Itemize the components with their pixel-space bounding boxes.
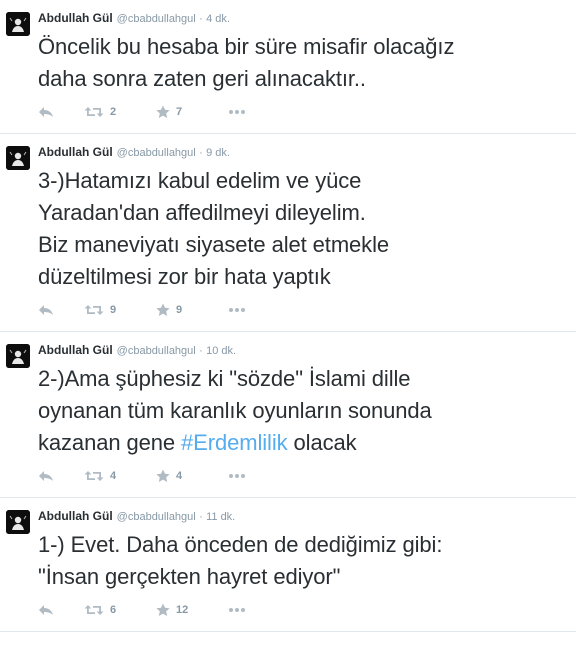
timestamp[interactable]: 10 dk. bbox=[206, 345, 236, 357]
favorite-button[interactable]: 9 bbox=[156, 303, 228, 317]
reply-button[interactable] bbox=[38, 604, 84, 616]
reply-button[interactable] bbox=[38, 304, 84, 316]
avatar[interactable] bbox=[6, 510, 30, 534]
timeline: Abdullah Gül @cbabdullahgul · 4 dk. Öncel… bbox=[0, 0, 576, 632]
more-options-button[interactable] bbox=[228, 473, 258, 479]
tweet-header: Abdullah Gül @cbabdullahgul · 9 dk. bbox=[38, 144, 576, 161]
tweet-header: Abdullah Gül @cbabdullahgul · 11 dk. bbox=[38, 508, 576, 525]
more-icon bbox=[228, 607, 246, 613]
star-icon bbox=[156, 603, 170, 617]
author-fullname[interactable]: Abdullah Gül bbox=[38, 145, 113, 159]
retweet-count: 9 bbox=[110, 304, 117, 316]
tweet-actions: 2 7 bbox=[38, 101, 576, 123]
favorite-count: 4 bbox=[176, 470, 183, 482]
author-username[interactable]: @cbabdullahgul bbox=[117, 345, 196, 357]
separator: · bbox=[199, 511, 203, 523]
timestamp[interactable]: 11 dk. bbox=[206, 511, 235, 523]
more-icon bbox=[228, 473, 246, 479]
tweet-text-body: 3-)Hatamızı kabul edelim ve yüce Yaradan… bbox=[38, 168, 389, 289]
tweet-text: Öncelik bu hesaba bir süre misafir olaca… bbox=[38, 31, 576, 95]
avatar[interactable] bbox=[6, 344, 30, 368]
favorite-count: 12 bbox=[176, 604, 189, 616]
tweet-text-body: Öncelik bu hesaba bir süre misafir olaca… bbox=[38, 34, 455, 91]
tweet-text-body: 1-) Evet. Daha önceden de dediğimiz gibi… bbox=[38, 532, 443, 589]
tweet-actions: 9 9 bbox=[38, 299, 576, 321]
reply-button[interactable] bbox=[38, 106, 84, 118]
retweet-count: 4 bbox=[110, 470, 117, 482]
retweet-button[interactable]: 4 bbox=[84, 470, 156, 482]
author-username[interactable]: @cbabdullahgul bbox=[117, 511, 196, 523]
retweet-icon bbox=[84, 106, 104, 118]
tweet-actions: 6 12 bbox=[38, 599, 576, 621]
avatar[interactable] bbox=[6, 12, 30, 36]
more-options-button[interactable] bbox=[228, 307, 258, 313]
retweet-icon bbox=[84, 470, 104, 482]
retweet-button[interactable]: 2 bbox=[84, 106, 156, 118]
reply-button[interactable] bbox=[38, 470, 84, 482]
tweet-text: 3-)Hatamızı kabul edelim ve yüce Yaradan… bbox=[38, 165, 576, 293]
tweet[interactable]: Abdullah Gül @cbabdullahgul · 10 dk. 2-)A… bbox=[0, 332, 576, 498]
retweet-count: 2 bbox=[110, 106, 117, 118]
tweet-header: Abdullah Gül @cbabdullahgul · 10 dk. bbox=[38, 342, 576, 359]
more-icon bbox=[228, 109, 246, 115]
reply-icon bbox=[38, 304, 54, 316]
more-options-button[interactable] bbox=[228, 607, 258, 613]
author-username[interactable]: @cbabdullahgul bbox=[117, 13, 196, 25]
retweet-button[interactable]: 6 bbox=[84, 604, 156, 616]
tweet-header: Abdullah Gül @cbabdullahgul · 4 dk. bbox=[38, 10, 576, 27]
star-icon bbox=[156, 105, 170, 119]
more-icon bbox=[228, 307, 246, 313]
reply-icon bbox=[38, 106, 54, 118]
tweet[interactable]: Abdullah Gül @cbabdullahgul · 11 dk. 1-) … bbox=[0, 498, 576, 632]
author-fullname[interactable]: Abdullah Gül bbox=[38, 11, 113, 25]
separator: · bbox=[199, 345, 203, 357]
favorite-count: 9 bbox=[176, 304, 183, 316]
author-fullname[interactable]: Abdullah Gül bbox=[38, 509, 113, 523]
retweet-button[interactable]: 9 bbox=[84, 304, 156, 316]
tweet[interactable]: Abdullah Gül @cbabdullahgul · 4 dk. Öncel… bbox=[0, 0, 576, 134]
tweet[interactable]: Abdullah Gül @cbabdullahgul · 9 dk. 3-)Ha… bbox=[0, 134, 576, 332]
star-icon bbox=[156, 303, 170, 317]
favorite-count: 7 bbox=[176, 106, 183, 118]
timestamp[interactable]: 9 dk. bbox=[206, 147, 230, 159]
favorite-button[interactable]: 4 bbox=[156, 469, 228, 483]
separator: · bbox=[199, 147, 203, 159]
reply-icon bbox=[38, 470, 54, 482]
reply-icon bbox=[38, 604, 54, 616]
retweet-icon bbox=[84, 604, 104, 616]
tweet-text: 2-)Ama şüphesiz ki "sözde" İslami dille … bbox=[38, 363, 576, 459]
retweet-icon bbox=[84, 304, 104, 316]
favorite-button[interactable]: 12 bbox=[156, 603, 228, 617]
timestamp[interactable]: 4 dk. bbox=[206, 13, 230, 25]
tweet-text: 1-) Evet. Daha önceden de dediğimiz gibi… bbox=[38, 529, 576, 593]
tweet-text-tail: olacak bbox=[287, 430, 357, 455]
author-fullname[interactable]: Abdullah Gül bbox=[38, 343, 113, 357]
star-icon bbox=[156, 469, 170, 483]
hashtag-link[interactable]: #Erdemlilik bbox=[181, 430, 288, 455]
more-options-button[interactable] bbox=[228, 109, 258, 115]
tweet-actions: 4 4 bbox=[38, 465, 576, 487]
favorite-button[interactable]: 7 bbox=[156, 105, 228, 119]
avatar[interactable] bbox=[6, 146, 30, 170]
separator: · bbox=[199, 13, 203, 25]
retweet-count: 6 bbox=[110, 604, 117, 616]
author-username[interactable]: @cbabdullahgul bbox=[117, 147, 196, 159]
